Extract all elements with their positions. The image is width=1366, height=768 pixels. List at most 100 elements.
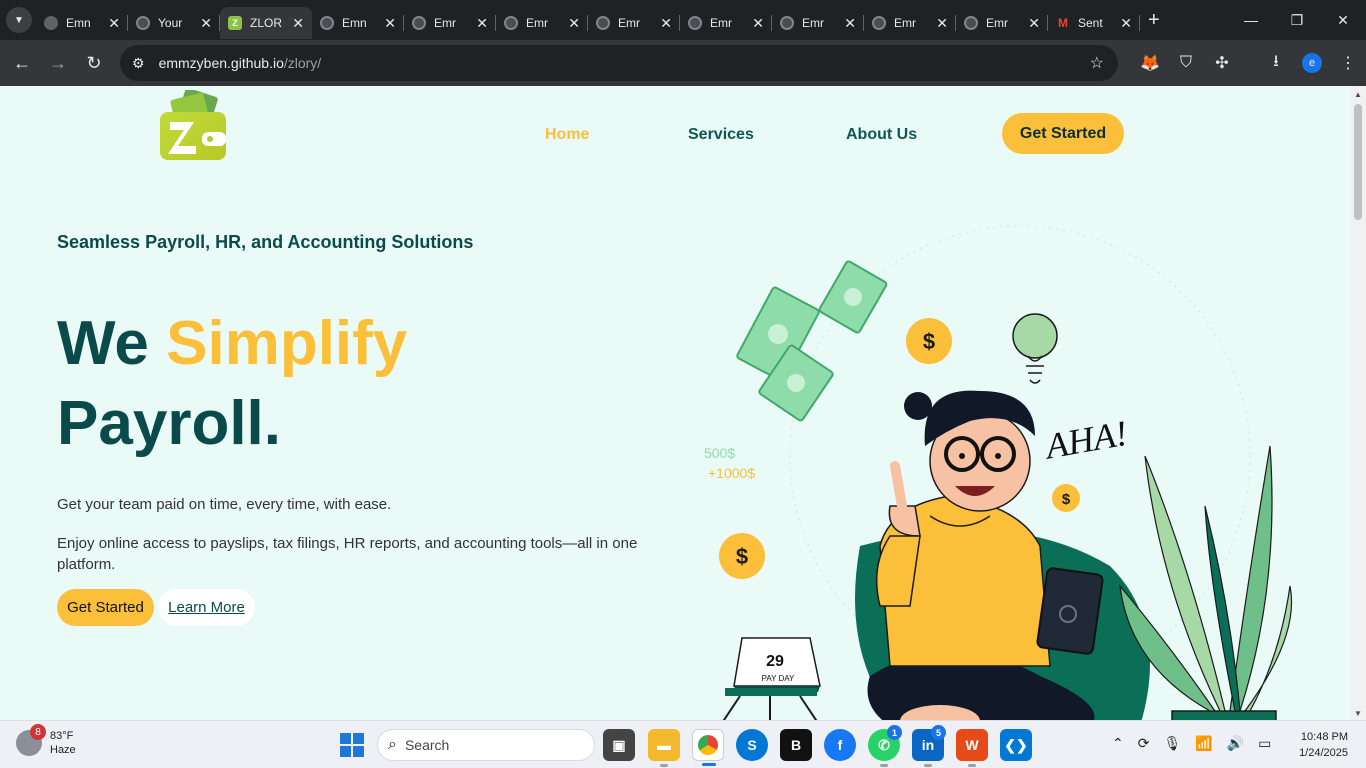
tab-title: Emr <box>618 16 640 30</box>
bookmark-star-icon[interactable]: ☆ <box>1090 53 1104 73</box>
shield-extension-icon[interactable]: ⛉ <box>1168 45 1204 81</box>
taskbar-clock[interactable]: 10:48 PM 1/24/2025 <box>1299 729 1348 761</box>
wifi-icon[interactable]: 📶 <box>1195 735 1212 752</box>
wps-office-icon[interactable]: W <box>956 729 988 767</box>
browser-menu-icon[interactable]: ⋮ <box>1330 45 1366 81</box>
facebook-icon[interactable]: f <box>824 729 856 761</box>
forward-arrow-icon[interactable]: → <box>40 45 76 81</box>
search-placeholder: Search <box>404 737 450 753</box>
sync-icon[interactable]: ⟳ <box>1138 735 1150 752</box>
stool-legs <box>722 695 818 720</box>
github-icon <box>504 16 518 30</box>
new-tab-button[interactable]: + <box>1148 9 1160 32</box>
browser-tab[interactable]: Emr ✕ <box>588 7 680 39</box>
close-tab-icon[interactable]: ✕ <box>476 15 488 32</box>
search-icon: ⌕ <box>388 736 397 753</box>
close-tab-icon[interactable]: ✕ <box>292 15 304 32</box>
hero-learn-more-button[interactable]: Learn More <box>158 589 255 626</box>
site-info-icon[interactable]: ⚙ <box>132 55 145 72</box>
amount-1000: +1000$ <box>708 465 755 481</box>
hero-get-started-button[interactable]: Get Started <box>57 589 154 626</box>
windows-start-icon[interactable] <box>340 733 364 757</box>
weather-badge: 8 <box>30 724 46 740</box>
github-icon <box>320 16 334 30</box>
extensions-puzzle-icon[interactable]: ✣ <box>1204 45 1240 81</box>
browser-tab[interactable]: Emn ✕ <box>36 7 128 39</box>
browser-tab[interactable]: Emr ✕ <box>404 7 496 39</box>
weather-widget[interactable]: 8 83°F Haze <box>16 724 76 757</box>
github-icon <box>136 16 150 30</box>
browser-tab[interactable]: Emr ✕ <box>956 7 1048 39</box>
taskbar-search[interactable]: ⌕ Search <box>377 729 595 761</box>
scroll-down-arrow-icon[interactable]: ▼ <box>1354 709 1362 718</box>
close-tab-icon[interactable]: ✕ <box>1028 15 1040 32</box>
tab-search-button[interactable]: ▼ <box>6 7 32 33</box>
nav-home-link[interactable]: Home <box>545 126 589 144</box>
scrollbar-thumb[interactable] <box>1354 104 1362 220</box>
svg-text:$: $ <box>1062 491 1071 508</box>
close-tab-icon[interactable]: ✕ <box>660 15 672 32</box>
windows-taskbar: 8 83°F Haze ⌕ Search ▣ ▬ S B f ✆ 1 in 5 W … <box>0 720 1366 768</box>
browser-tab[interactable]: Emr ✕ <box>680 7 772 39</box>
metamask-extension-icon[interactable]: 🦊 <box>1132 45 1168 81</box>
lightbulb-icon <box>1012 313 1058 384</box>
browser-tab[interactable]: Your ✕ <box>128 7 220 39</box>
close-tab-icon[interactable]: ✕ <box>200 15 212 32</box>
skype-icon[interactable]: S <box>736 729 768 761</box>
window-controls: — ❐ ✕ <box>1228 0 1366 40</box>
tab-title: Emr <box>434 16 456 30</box>
scroll-up-arrow-icon[interactable]: ▲ <box>1354 90 1362 99</box>
github-icon <box>412 16 426 30</box>
github-icon <box>872 16 886 30</box>
linkedin-icon[interactable]: in 5 <box>912 725 946 767</box>
hero-word-payroll: Payroll. <box>57 389 281 458</box>
close-tab-icon[interactable]: ✕ <box>1120 15 1132 32</box>
zlory-logo[interactable] <box>158 90 228 162</box>
zlory-icon: Z <box>228 16 242 30</box>
browser-tab[interactable]: M Sent ✕ <box>1048 7 1140 39</box>
browser-tab[interactable]: Emr ✕ <box>496 7 588 39</box>
download-icon[interactable]: ⭳ <box>1258 45 1294 81</box>
browser-tab[interactable]: Emr ✕ <box>864 7 956 39</box>
browser-tab[interactable]: Emr ✕ <box>772 7 864 39</box>
task-view-icon[interactable]: ▣ <box>603 729 635 761</box>
page-scrollbar[interactable]: ▲ ▼ <box>1350 86 1366 720</box>
chrome-icon[interactable] <box>692 729 724 766</box>
tab-title: Emn <box>342 16 367 30</box>
vscode-icon[interactable]: ❮❯ <box>1000 729 1032 761</box>
browser-tab[interactable]: Z ZLOR ✕ <box>220 7 312 39</box>
github-icon <box>596 16 610 30</box>
close-tab-icon[interactable]: ✕ <box>936 15 948 32</box>
back-arrow-icon[interactable]: ← <box>4 45 40 81</box>
address-bar[interactable]: ⚙ emmzyben.github.io/zlory/ ☆ <box>120 45 1118 81</box>
calendar-day: 29 <box>766 653 784 670</box>
microphone-icon[interactable]: 🎙 <box>1163 735 1181 752</box>
hero-word-simplify: Simplify <box>166 309 408 378</box>
header-get-started-button[interactable]: Get Started <box>1002 113 1124 154</box>
nav-services-link[interactable]: Services <box>688 126 754 144</box>
close-tab-icon[interactable]: ✕ <box>108 15 120 32</box>
svg-text:$: $ <box>923 329 935 354</box>
close-tab-icon[interactable]: ✕ <box>384 15 396 32</box>
system-tray: ⌃ ⟳ 🎙 📶 🔊 ▭ <box>1112 735 1271 752</box>
tab-title: Emr <box>894 16 916 30</box>
battery-icon[interactable]: ▭ <box>1258 735 1271 752</box>
file-explorer-icon[interactable]: ▬ <box>648 729 680 767</box>
minimize-icon[interactable]: — <box>1228 0 1274 40</box>
browser-tab[interactable]: Emn ✕ <box>312 7 404 39</box>
volume-icon[interactable]: 🔊 <box>1227 735 1244 752</box>
close-window-icon[interactable]: ✕ <box>1320 0 1366 40</box>
chevron-up-icon[interactable]: ⌃ <box>1112 735 1124 752</box>
close-tab-icon[interactable]: ✕ <box>568 15 580 32</box>
close-tab-icon[interactable]: ✕ <box>844 15 856 32</box>
url-host: emmzyben.github.io <box>158 55 284 71</box>
amount-500: 500$ <box>704 445 735 461</box>
weather-temp: 83°F <box>50 730 74 742</box>
nav-about-link[interactable]: About Us <box>846 126 917 144</box>
close-tab-icon[interactable]: ✕ <box>752 15 764 32</box>
profile-avatar[interactable]: e <box>1302 53 1322 73</box>
bolt-app-icon[interactable]: B <box>780 729 812 761</box>
whatsapp-icon[interactable]: ✆ 1 <box>868 725 902 767</box>
restore-icon[interactable]: ❐ <box>1274 0 1320 40</box>
reload-icon[interactable]: ↻ <box>76 45 112 81</box>
